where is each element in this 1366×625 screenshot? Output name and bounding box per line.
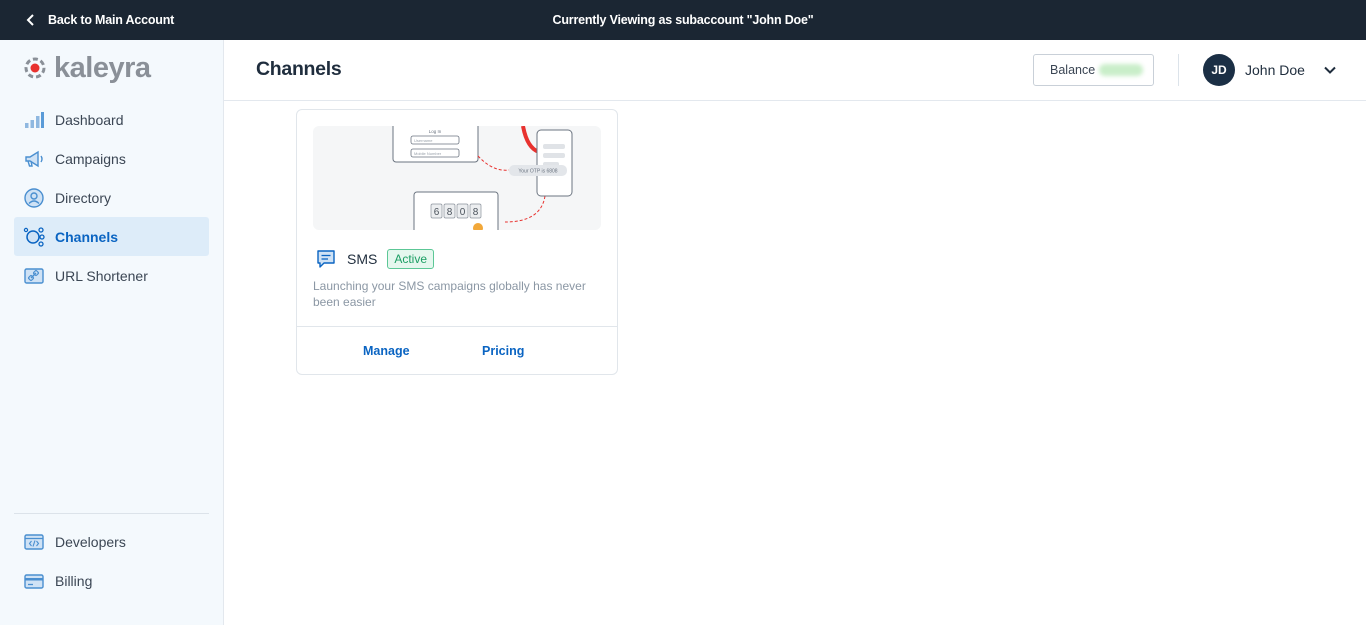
page-header: Channels Balance JD John Doe bbox=[224, 40, 1366, 101]
card-title-row: SMS Active bbox=[315, 248, 435, 270]
header-separator bbox=[1178, 54, 1179, 86]
user-name: John Doe bbox=[1245, 62, 1305, 78]
code-icon bbox=[23, 531, 45, 553]
back-link-label: Back to Main Account bbox=[48, 13, 175, 27]
balance-value-blurred bbox=[1099, 64, 1144, 76]
chevron-left-icon bbox=[26, 14, 34, 26]
balance-label: Balance bbox=[1050, 63, 1096, 77]
sidebar-item-label: URL Shortener bbox=[55, 267, 148, 284]
illustration-otp-message: Your OTP is 6808 bbox=[518, 169, 557, 175]
secondary-nav: Developers Billing bbox=[14, 522, 209, 600]
main-nav: Dashboard Campaigns Directory Channels U… bbox=[14, 100, 209, 295]
illustration-username-field: Username bbox=[414, 138, 433, 143]
page-title: Channels bbox=[256, 58, 342, 80]
viewing-as-label: Currently Viewing as subaccount "John Do… bbox=[552, 13, 814, 27]
sidebar-item-developers[interactable]: Developers bbox=[14, 522, 209, 561]
channel-title: SMS bbox=[347, 251, 378, 267]
kaleyra-logo-icon bbox=[24, 57, 46, 79]
sidebar-item-label: Billing bbox=[55, 572, 93, 589]
sidebar-divider bbox=[14, 513, 209, 514]
sidebar-item-label: Channels bbox=[55, 228, 119, 245]
sidebar-item-label: Campaigns bbox=[55, 150, 126, 167]
balance-button[interactable]: Balance bbox=[1033, 54, 1154, 86]
pricing-link[interactable]: Pricing bbox=[482, 344, 524, 358]
back-to-main-account-link[interactable]: Back to Main Account bbox=[24, 0, 174, 40]
illustration-otp-digit: 6 bbox=[434, 207, 440, 218]
kaleyra-logo[interactable]: kaleyra bbox=[22, 51, 151, 84]
sidebar: kaleyra Dashboard Campaigns Directory Ch… bbox=[0, 40, 224, 625]
user-circle-icon bbox=[23, 187, 45, 209]
sidebar-item-url-shortener[interactable]: URL Shortener bbox=[14, 256, 209, 295]
link-icon bbox=[23, 265, 45, 287]
chevron-down-icon[interactable] bbox=[1323, 63, 1337, 77]
sms-otp-illustration: Log In Username Mobile Number Your OTP i… bbox=[313, 126, 601, 230]
credit-card-icon bbox=[23, 570, 45, 592]
channels-icon bbox=[23, 226, 45, 248]
sidebar-item-campaigns[interactable]: Campaigns bbox=[14, 139, 209, 178]
illustration-mobile-field: Mobile Number bbox=[414, 151, 442, 156]
channel-description: Launching your SMS campaigns globally ha… bbox=[313, 279, 586, 309]
megaphone-icon bbox=[23, 148, 45, 170]
status-badge: Active bbox=[387, 249, 435, 269]
sidebar-item-label: Directory bbox=[55, 189, 112, 206]
sidebar-item-channels[interactable]: Channels bbox=[14, 217, 209, 256]
illustration-otp-digit: 8 bbox=[447, 207, 453, 218]
card-footer-divider bbox=[297, 326, 617, 327]
avatar: JD bbox=[1203, 54, 1235, 86]
logo-text: kaleyra bbox=[54, 51, 151, 84]
sidebar-item-billing[interactable]: Billing bbox=[14, 561, 209, 600]
sidebar-item-label: Developers bbox=[55, 533, 126, 550]
manage-link[interactable]: Manage bbox=[363, 344, 410, 358]
bar-chart-icon bbox=[23, 109, 45, 131]
sidebar-item-directory[interactable]: Directory bbox=[14, 178, 209, 217]
illustration-login-title: Log In bbox=[429, 129, 442, 134]
sms-channel-card: Log In Username Mobile Number Your OTP i… bbox=[296, 109, 618, 375]
sidebar-item-dashboard[interactable]: Dashboard bbox=[14, 100, 209, 139]
chat-bubble-icon bbox=[317, 250, 335, 268]
illustration-otp-digit: 0 bbox=[460, 207, 466, 218]
sidebar-item-label: Dashboard bbox=[55, 111, 124, 128]
subaccount-banner: Back to Main Account Currently Viewing a… bbox=[0, 0, 1366, 40]
illustration-otp-digit: 8 bbox=[473, 207, 479, 218]
user-menu[interactable]: JD John Doe bbox=[1203, 54, 1337, 86]
